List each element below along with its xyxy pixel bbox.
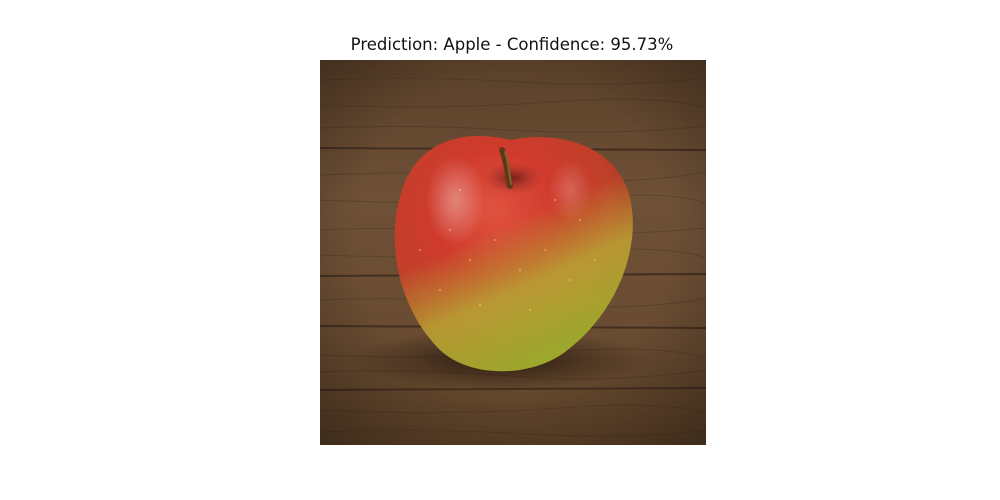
apple-photo (320, 60, 706, 445)
figure-canvas: Prediction: Apple - Confidence: 95.73% (0, 0, 1000, 500)
prediction-title: Prediction: Apple - Confidence: 95.73% (350, 35, 674, 54)
apple-photo-svg (320, 60, 706, 445)
